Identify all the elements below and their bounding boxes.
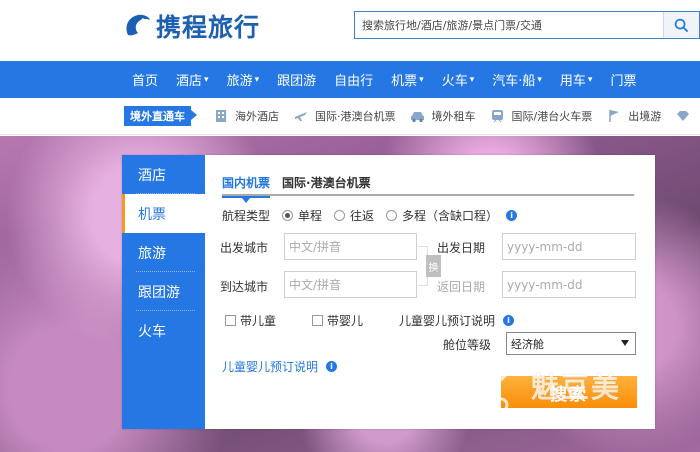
side-tab-train[interactable]: 火车 (122, 311, 205, 350)
link-label: 儿童婴儿预订说明 (222, 360, 319, 374)
child-infant-note[interactable]: 儿童婴儿预订说明 (399, 312, 495, 329)
depart-city-label: 出发城市 (220, 241, 269, 255)
chevron-down-icon (621, 340, 629, 346)
watermark-logo-icon (473, 363, 509, 413)
nav-item-tickets[interactable]: 门票 (601, 61, 645, 98)
trip-type-row: 航程类型 单程 往返 多程（含缺口程） i (222, 207, 518, 224)
passenger-options-row: 带儿童 带婴儿 儿童婴儿预订说明 i (225, 312, 515, 329)
booking-side-tabs: 酒店 机票 旅游 跟团游 火车 (122, 155, 205, 429)
info-icon: i (326, 361, 338, 372)
depart-date-input[interactable] (502, 233, 636, 260)
return-date-input[interactable] (502, 271, 636, 298)
search-button[interactable] (663, 12, 699, 38)
radio-label: 单程 (298, 209, 323, 223)
arrive-city-label: 到达城市 (220, 280, 269, 294)
side-tab-hotel[interactable]: 酒店 (122, 155, 205, 194)
side-tab-group-tour[interactable]: 跟团游 (122, 272, 205, 311)
search-icon (674, 18, 689, 32)
site-header: 携程旅行 (0, 0, 700, 60)
subnav-item-label: 出境游 (628, 110, 662, 123)
site-search (354, 11, 700, 39)
trip-type-oneway-radio[interactable]: 单程 (282, 207, 322, 224)
side-tab-flights[interactable]: 机票 (122, 194, 205, 233)
subnav-item-overseas-hotel[interactable]: 海外酒店 (213, 108, 279, 124)
trip-type-multicity-radio[interactable]: 多程（含缺口程） (386, 207, 498, 224)
nav-item-train[interactable]: 火车 (433, 61, 484, 98)
checkbox-box (225, 315, 236, 326)
airplane-icon (293, 109, 309, 123)
with-child-checkbox[interactable]: 带儿童 (225, 312, 276, 329)
nav-item-car[interactable]: 用车 (551, 61, 602, 98)
car-icon (410, 109, 426, 123)
trip-type-label: 航程类型 (222, 209, 271, 223)
info-icon[interactable]: i (503, 315, 515, 326)
subnav-item-label: 国际/港台火车票 (511, 110, 593, 123)
nav-item-hotel[interactable]: 酒店 (167, 61, 218, 98)
subnav-item-label: 境外租车 (431, 110, 476, 123)
radio-dot (282, 210, 294, 221)
depart-date-label: 出发日期 (437, 241, 486, 255)
flag-icon (606, 109, 622, 123)
trip-type-roundtrip-radio[interactable]: 往返 (334, 207, 374, 224)
flight-type-tabs: 国内机票 国际·港澳台机票 (222, 174, 634, 203)
checkbox-label: 带婴儿 (327, 314, 364, 328)
main-nav: 首页 酒店 旅游 跟团游 自由行 机票 火车 汽车·船 用车 门票 (0, 61, 700, 98)
info-icon[interactable]: i (506, 210, 518, 221)
nav-item-group-tour[interactable]: 跟团游 (268, 61, 325, 98)
radio-label: 多程（含缺口程） (402, 209, 499, 223)
dolphin-logo-icon (126, 14, 150, 36)
train-icon (490, 109, 506, 123)
radio-dot (334, 210, 346, 221)
hotel-building-icon (213, 109, 229, 123)
checkbox-box (312, 315, 324, 326)
return-date-label: 返回日期 (437, 280, 486, 294)
subnav-item-label: 国际·港澳台机票 (315, 110, 396, 123)
overseas-subnav: 境外直通车 海外酒店 国际·港澳台机票 境外租车 国际/港台火车票 出境游 (0, 98, 700, 135)
subnav-item-more[interactable] (675, 109, 697, 123)
watermark: 魅豆美 (467, 357, 621, 415)
checkbox-label: 带儿童 (240, 314, 277, 328)
depart-city-input[interactable] (284, 233, 417, 260)
subnav-item-label: 海外酒店 (235, 110, 279, 123)
overseas-tag: 境外直通车 (124, 106, 197, 126)
nav-item-flights[interactable]: 机票 (382, 61, 433, 98)
tab-intl-flights[interactable]: 国际·港澳台机票 (282, 174, 371, 196)
subnav-item-overseas-car[interactable]: 境外租车 (410, 108, 476, 124)
watermark-text: 魅豆美 (531, 371, 622, 404)
nav-item-bus-ship[interactable]: 汽车·船 (483, 61, 551, 98)
nav-item-free-tour[interactable]: 自由行 (325, 61, 382, 98)
subnav-item-intl-train[interactable]: 国际/港台火车票 (490, 108, 593, 124)
nav-item-travel[interactable]: 旅游 (218, 61, 269, 98)
subnav-item-outbound-tour[interactable]: 出境游 (606, 108, 661, 124)
subnav-item-intl-flights[interactable]: 国际·港澳台机票 (293, 108, 396, 124)
radio-label: 往返 (350, 209, 375, 223)
cabin-class-value: 经济舱 (511, 337, 544, 351)
diamond-icon (675, 109, 691, 123)
search-input[interactable] (355, 12, 664, 38)
swap-cities-button[interactable]: 换 (426, 255, 441, 277)
cabin-class-label: 舱位等级 (443, 338, 492, 352)
radio-dot (386, 210, 398, 221)
logo-text: 携程旅行 (156, 13, 261, 42)
tab-domestic-flights[interactable]: 国内机票 (222, 174, 271, 203)
ctrip-logo[interactable]: 携程旅行 (122, 8, 260, 44)
side-tab-travel[interactable]: 旅游 (122, 233, 205, 272)
nav-item-home[interactable]: 首页 (122, 61, 167, 98)
with-infant-checkbox[interactable]: 带婴儿 (312, 312, 363, 329)
child-infant-link[interactable]: 儿童婴儿预订说明 i (222, 358, 338, 375)
arrive-city-input[interactable] (284, 271, 417, 298)
cabin-class-select[interactable]: 经济舱 (506, 332, 636, 355)
